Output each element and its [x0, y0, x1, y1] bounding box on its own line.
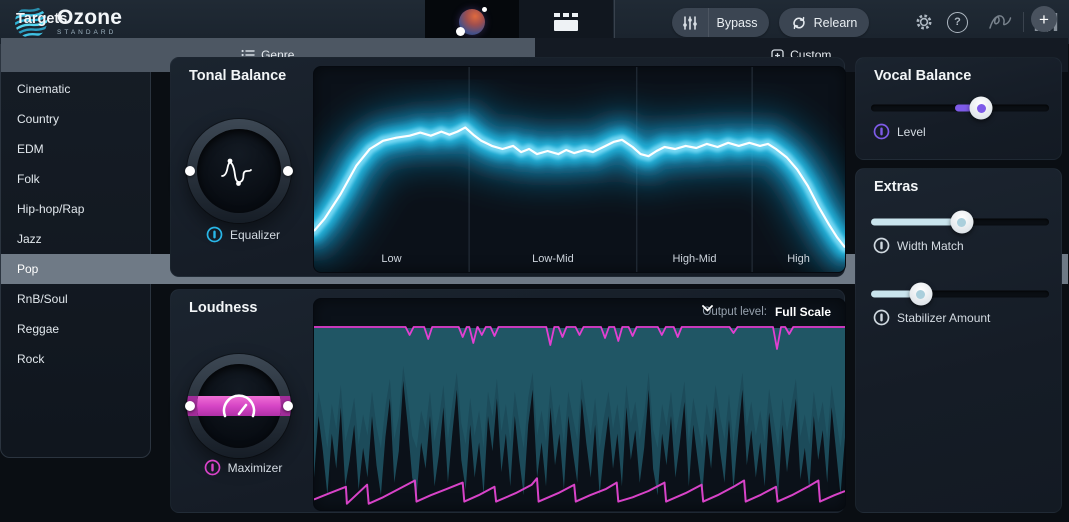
maximizer-power-icon[interactable] [204, 459, 221, 476]
slider-handle-dot [916, 290, 925, 299]
level-label: Level [897, 125, 926, 139]
band-label: Low [381, 253, 401, 265]
vocal-balance-title: Vocal Balance [874, 68, 971, 84]
slider-track [871, 105, 1049, 112]
maximizer-knob[interactable] [187, 354, 291, 458]
equalizer-power-icon[interactable] [206, 226, 223, 243]
slider-fill [871, 219, 962, 226]
maximizer-label: Maximizer [228, 461, 283, 475]
equalizer-module-row: Equalizer [163, 226, 323, 243]
knob-face [197, 129, 281, 213]
tonal-balance-panel: Tonal Balance Equalizer Low Low-Mid High-M… [170, 57, 845, 277]
equalizer-knob[interactable] [187, 119, 291, 223]
level-power-icon[interactable] [873, 123, 890, 140]
targets-header: Targets + [0, 0, 1069, 38]
width-match-module-row: Width Match [873, 237, 964, 254]
tonal-balance-display[interactable]: Low Low-Mid High-Mid High [313, 66, 846, 273]
loudness-display[interactable]: Output level: Full Scale [313, 298, 846, 511]
band-label: Low-Mid [532, 253, 574, 265]
band-label: High-Mid [672, 253, 716, 265]
extras-panel: Extras Width Match Stabilizer Amount [855, 168, 1062, 513]
slider-handle[interactable] [909, 283, 932, 306]
knob-dot-right [283, 166, 293, 176]
level-slider[interactable] [871, 97, 1049, 119]
gauge-icon [218, 390, 260, 422]
slider-handle-dot [977, 104, 986, 113]
tonal-balance-title: Tonal Balance [189, 68, 286, 84]
knob-dot-left [185, 401, 195, 411]
targets-panel: Targets + Genre Custom CinematicCountryE… [0, 0, 151, 458]
stabilizer-module-row: Stabilizer Amount [873, 309, 990, 326]
add-target-button[interactable]: + [1031, 6, 1057, 32]
stabilizer-power-icon[interactable] [873, 309, 890, 326]
slider-handle-dot [957, 218, 966, 227]
level-module-row: Level [873, 123, 926, 140]
band-label: High [787, 253, 810, 265]
targets-title: Targets [16, 11, 67, 27]
loudness-title: Loudness [189, 300, 257, 316]
equalizer-label: Equalizer [230, 228, 280, 242]
loudness-panel: Loudness Maximizer Output level: Full Sc… [170, 289, 845, 513]
eq-curve-icon [217, 151, 261, 191]
maximizer-module-row: Maximizer [163, 459, 323, 476]
extras-title: Extras [874, 179, 918, 195]
output-level-control[interactable]: Output level: Full Scale [702, 305, 831, 319]
width-match-label: Width Match [897, 239, 964, 253]
knob-face [197, 364, 281, 448]
stabilizer-label: Stabilizer Amount [897, 311, 990, 325]
width-match-power-icon[interactable] [873, 237, 890, 254]
knob-dot-left [185, 166, 195, 176]
chevron-down-icon [702, 305, 713, 312]
knob-dot-right [283, 401, 293, 411]
width-match-slider[interactable] [871, 211, 1049, 233]
output-level-value: Full Scale [775, 305, 831, 319]
slider-handle[interactable] [970, 97, 993, 120]
stabilizer-amount-slider[interactable] [871, 283, 1049, 305]
vocal-balance-panel: Vocal Balance Level [855, 57, 1062, 160]
slider-track [871, 291, 1049, 298]
slider-handle[interactable] [950, 211, 973, 234]
